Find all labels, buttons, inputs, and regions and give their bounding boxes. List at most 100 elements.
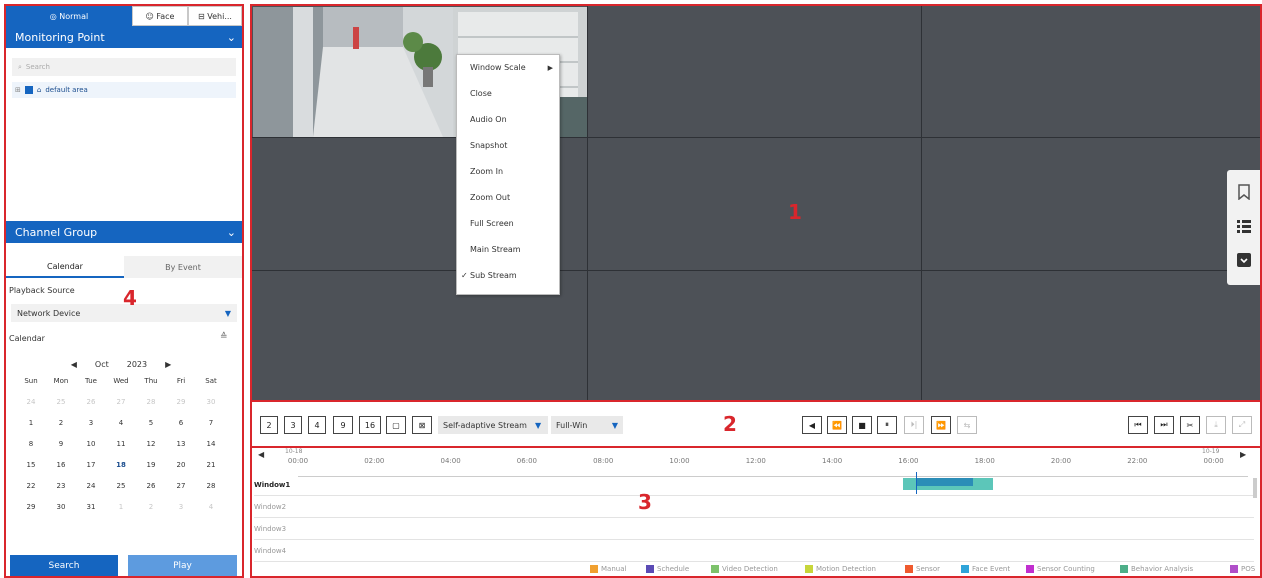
download-icon[interactable] [1236, 252, 1252, 268]
calendar-day[interactable]: 28 [196, 476, 226, 497]
calendar-day[interactable]: 30 [46, 497, 76, 518]
tree-item-default-area[interactable]: ⊞ ⌂ default area [12, 82, 236, 98]
tab-by-event[interactable]: By Event [124, 256, 242, 278]
fast-forward-icon[interactable]: ⏩ [931, 416, 951, 434]
calendar-day[interactable]: 25 [46, 392, 76, 413]
calendar-day[interactable]: 21 [196, 455, 226, 476]
calendar-day[interactable]: 20 [166, 455, 196, 476]
calendar-day[interactable]: 23 [46, 476, 76, 497]
sync-icon[interactable]: ⇆ [957, 416, 977, 434]
calendar-day[interactable]: 1 [106, 497, 136, 518]
timeline[interactable]: ◀ ▶ 10-18 10-19 00:00 02:00 04:00 06:00 08:0… [252, 448, 1260, 576]
recording-segment[interactable] [917, 478, 973, 486]
channel-group-header[interactable]: Channel Group ⌄ [6, 221, 242, 243]
calendar-day[interactable]: 29 [166, 392, 196, 413]
prev-month-icon[interactable]: ◀ [71, 360, 77, 369]
calendar-day[interactable]: 4 [196, 497, 226, 518]
layout-2-button[interactable]: 2 [260, 416, 278, 434]
calendar-day[interactable]: 6 [166, 413, 196, 434]
tab-face[interactable]: ☺ Face [132, 6, 188, 26]
menu-item-audio-on[interactable]: Audio On [457, 107, 559, 133]
timeline-next-icon[interactable]: ▶ [1240, 450, 1246, 459]
calendar-day[interactable]: 1 [16, 413, 46, 434]
stream-select[interactable]: Self-adaptive Stream ▼ [438, 416, 548, 434]
calendar-day[interactable]: 31 [76, 497, 106, 518]
calendar-day[interactable]: 5 [136, 413, 166, 434]
calendar-day[interactable]: 4 [106, 413, 136, 434]
calendar-day[interactable]: 17 [76, 455, 106, 476]
window-select[interactable]: Full-Win ▼ [551, 416, 623, 434]
calendar-day[interactable]: 16 [46, 455, 76, 476]
rewind-icon[interactable]: ⏪ [827, 416, 847, 434]
calendar-day[interactable]: 22 [16, 476, 46, 497]
search-button[interactable]: Search [10, 555, 118, 577]
stop-icon[interactable]: ■ [852, 416, 872, 434]
tab-vehicle[interactable]: ⊟ Vehi... [188, 6, 242, 26]
window-row[interactable]: Window1 [254, 474, 1254, 496]
calendar-day[interactable]: 24 [16, 392, 46, 413]
bookmark-icon[interactable] [1236, 184, 1252, 200]
search-input[interactable]: ⌕ Search [12, 58, 236, 76]
clip-icon[interactable]: ✂ [1180, 416, 1200, 434]
close-all-icon[interactable]: ⊠ [412, 416, 432, 434]
list-icon[interactable] [1236, 218, 1252, 234]
window-row[interactable]: Window2 [254, 496, 1254, 518]
layout-4-button[interactable]: 4 [308, 416, 326, 434]
expand-icon[interactable]: ⊞ [15, 86, 21, 94]
calendar-day[interactable]: 3 [76, 413, 106, 434]
calendar-day[interactable]: 24 [76, 476, 106, 497]
timeline-prev-icon[interactable]: ◀ [258, 450, 264, 459]
calendar-day[interactable]: 19 [136, 455, 166, 476]
menu-item-zoom-out[interactable]: Zoom Out [457, 185, 559, 211]
calendar-day[interactable]: 28 [136, 392, 166, 413]
menu-item-sub-stream[interactable]: ✓ Sub Stream [457, 263, 559, 289]
calendar-day[interactable]: 12 [136, 434, 166, 455]
checkbox-icon[interactable] [24, 86, 33, 94]
calendar-day[interactable]: 27 [106, 392, 136, 413]
calendar-day[interactable]: 14 [196, 434, 226, 455]
next-month-icon[interactable]: ▶ [165, 360, 171, 369]
fullscreen-icon[interactable]: ▢ [386, 416, 406, 434]
pause-icon[interactable]: ⏸ [877, 416, 897, 434]
monitoring-point-header[interactable]: Monitoring Point ⌄ [6, 26, 242, 48]
timeline-scrollbar[interactable] [1253, 478, 1257, 498]
menu-item-zoom-in[interactable]: Zoom In [457, 159, 559, 185]
calendar-day[interactable]: 27 [166, 476, 196, 497]
tab-normal[interactable]: ◎ Normal [6, 6, 132, 26]
calendar-day[interactable]: 30 [196, 392, 226, 413]
layout-16-button[interactable]: 16 [359, 416, 381, 434]
calendar-day[interactable]: 2 [46, 413, 76, 434]
calendar-day[interactable]: 26 [136, 476, 166, 497]
calendar-day[interactable]: 15 [16, 455, 46, 476]
layout-3-button[interactable]: 3 [284, 416, 302, 434]
calendar-day[interactable]: 10 [76, 434, 106, 455]
calendar-day[interactable]: 9 [46, 434, 76, 455]
expand-icon[interactable]: ⤢ [1232, 416, 1252, 434]
layout-9-button[interactable]: 9 [333, 416, 353, 434]
tab-calendar[interactable]: Calendar [6, 256, 124, 278]
calendar-day[interactable]: 26 [76, 392, 106, 413]
collapse-icon[interactable]: ≙ [220, 332, 228, 342]
menu-item-close[interactable]: Close [457, 81, 559, 107]
calendar-day[interactable]: 29 [16, 497, 46, 518]
reverse-play-icon[interactable]: ◀ [802, 416, 822, 434]
step-forward-icon[interactable]: ⏵| [904, 416, 924, 434]
calendar-day[interactable]: 8 [16, 434, 46, 455]
menu-item-full-screen[interactable]: Full Screen [457, 211, 559, 237]
download-clip-icon[interactable]: ⤓ [1206, 416, 1226, 434]
menu-item-snapshot[interactable]: Snapshot [457, 133, 559, 159]
calendar-day[interactable]: 11 [106, 434, 136, 455]
menu-item-main-stream[interactable]: Main Stream [457, 237, 559, 263]
menu-item-window-scale[interactable]: Window Scale ▶ [457, 55, 559, 81]
window-row[interactable]: Window3 [254, 518, 1254, 540]
calendar-day[interactable]: 3 [166, 497, 196, 518]
skip-forward-30s-icon[interactable]: ⏭ [1154, 416, 1174, 434]
calendar-day[interactable]: 7 [196, 413, 226, 434]
skip-back-30s-icon[interactable]: ⏮ [1128, 416, 1148, 434]
calendar-day[interactable]: 18 [106, 455, 136, 476]
playhead[interactable] [916, 472, 917, 494]
window-row[interactable]: Window4 [254, 540, 1254, 562]
calendar-day[interactable]: 25 [106, 476, 136, 497]
calendar-day[interactable]: 13 [166, 434, 196, 455]
calendar-day[interactable]: 2 [136, 497, 166, 518]
